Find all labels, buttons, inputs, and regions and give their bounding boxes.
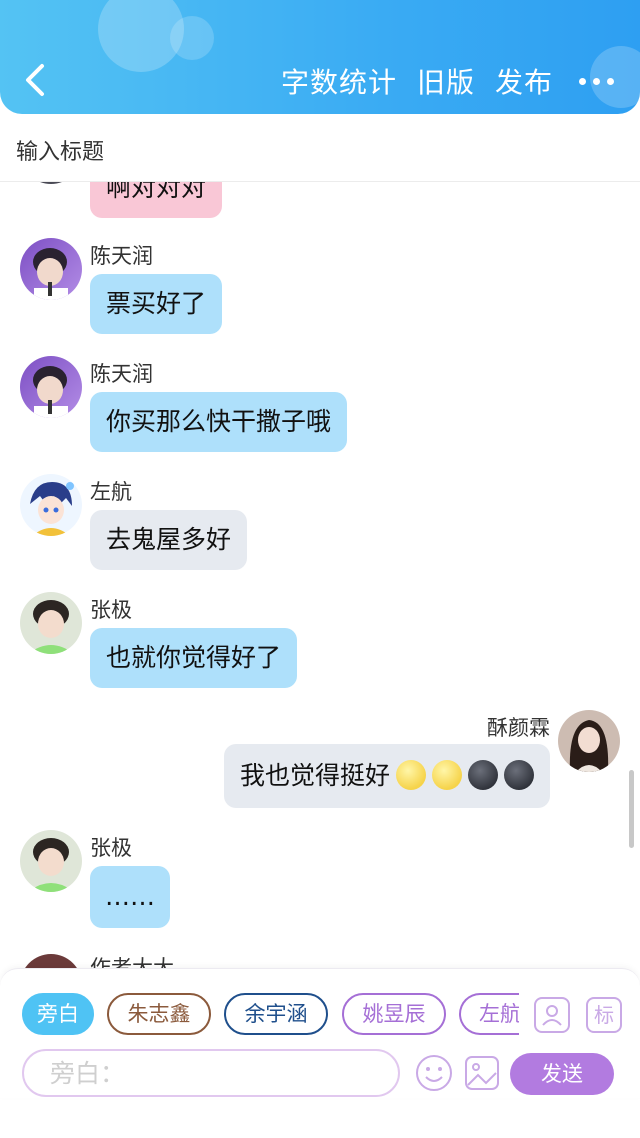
- sun-face-icon: [396, 760, 426, 790]
- new-moon-face-icon: [504, 760, 534, 790]
- sender-name: 陈天润: [90, 362, 153, 386]
- avatar[interactable]: [20, 474, 82, 536]
- chat-message: 陈天润 你买那么快干撒子哦: [0, 356, 640, 456]
- role-chip[interactable]: 余宇涵: [224, 993, 328, 1035]
- chat-message: 左航 去鬼屋多好: [0, 474, 640, 574]
- sender-name: 张极: [90, 598, 132, 622]
- avatar[interactable]: [20, 238, 82, 300]
- new-moon-face-icon: [468, 760, 498, 790]
- person-card-icon[interactable]: [534, 997, 570, 1033]
- sender-name: 酥颜霖: [487, 716, 550, 740]
- role-chip[interactable]: 朱志鑫: [107, 993, 211, 1035]
- header-actions: 字数统计 旧版 发布: [261, 62, 614, 100]
- chat-area[interactable]: 啊对对对 陈天润 票买好了 陈天润 你买那么快干撒子哦 左航 去鬼屋多好 张极 …: [0, 182, 640, 972]
- title-field[interactable]: 输入标题: [0, 114, 640, 182]
- message-bubble[interactable]: 也就你觉得好了: [90, 628, 298, 688]
- role-chip[interactable]: 左航: [459, 993, 519, 1035]
- old-version-button[interactable]: 旧版: [417, 61, 475, 101]
- message-bubble[interactable]: 去鬼屋多好: [90, 510, 248, 570]
- sender-name: 左航: [90, 480, 132, 504]
- role-chip[interactable]: 旁白: [22, 993, 94, 1035]
- message-bubble[interactable]: 啊对对对: [90, 182, 223, 218]
- image-icon[interactable]: [462, 1053, 502, 1093]
- decor-bubble: [170, 16, 214, 60]
- message-bubble[interactable]: 你买那么快干撒子哦: [90, 392, 348, 452]
- avatar[interactable]: [558, 710, 620, 772]
- sender-name: 陈天润: [90, 244, 153, 268]
- word-count-button[interactable]: 字数统计: [281, 61, 397, 101]
- message-input[interactable]: [22, 1049, 400, 1097]
- avatar[interactable]: [20, 182, 82, 184]
- chat-message: 酥颜霖 我也觉得挺好: [0, 710, 640, 810]
- title-placeholder: 输入标题: [16, 140, 105, 165]
- message-text: 我也觉得挺好: [239, 761, 390, 790]
- chat-message: 张极 也就你觉得好了: [0, 592, 640, 692]
- chevron-left-icon: [26, 64, 44, 96]
- composer-panel: 旁白 朱志鑫 余宇涵 姚昱辰 左航 标 发送: [0, 968, 640, 1098]
- chat-message: 啊对对对: [0, 182, 640, 222]
- more-dots-icon[interactable]: [579, 62, 614, 100]
- top-nav-bar: 字数统计 旧版 发布: [0, 0, 640, 114]
- tag-button[interactable]: 标: [586, 997, 622, 1033]
- publish-button[interactable]: 发布: [495, 61, 553, 101]
- composer-row: 发送: [0, 1049, 640, 1099]
- avatar[interactable]: [20, 356, 82, 418]
- back-button[interactable]: [20, 60, 56, 100]
- sender-name: 张极: [90, 836, 132, 860]
- message-bubble[interactable]: 票买好了: [90, 274, 223, 334]
- send-button[interactable]: 发送: [510, 1053, 614, 1095]
- message-bubble[interactable]: ……: [90, 866, 170, 928]
- scrollbar[interactable]: [629, 770, 634, 848]
- smiley-icon[interactable]: [414, 1053, 454, 1093]
- chat-message: 陈天润 票买好了: [0, 238, 640, 338]
- message-bubble[interactable]: 我也觉得挺好: [223, 744, 550, 808]
- chat-message: 张极 ……: [0, 830, 640, 930]
- avatar[interactable]: [20, 592, 82, 654]
- sun-face-icon: [432, 760, 462, 790]
- avatar[interactable]: [20, 830, 82, 892]
- role-chip[interactable]: 姚昱辰: [342, 993, 446, 1035]
